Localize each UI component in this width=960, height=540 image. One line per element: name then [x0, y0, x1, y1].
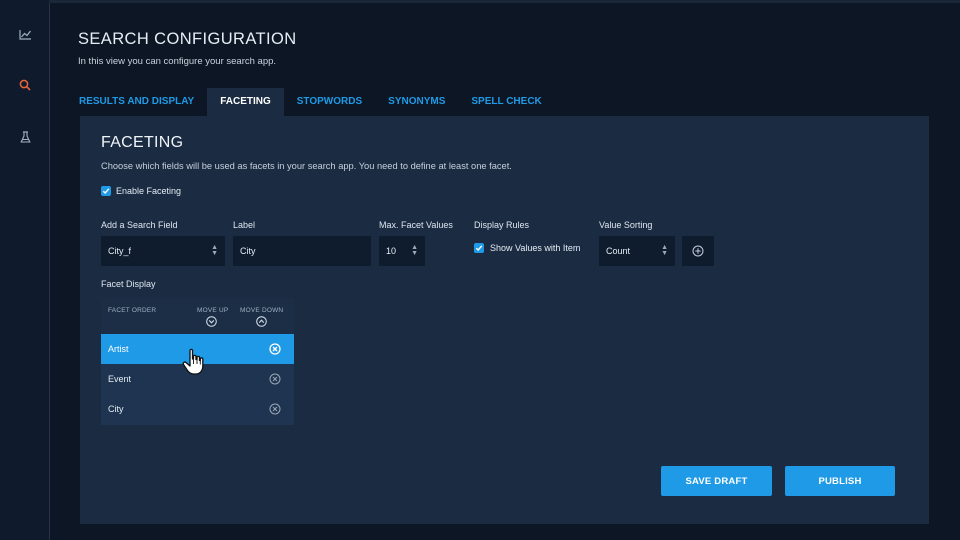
- value-sorting-label: Value Sorting: [599, 220, 653, 230]
- show-values-checkbox[interactable]: [474, 243, 484, 253]
- checkmark-icon: [475, 245, 483, 252]
- remove-circle-icon[interactable]: [269, 373, 281, 385]
- max-facet-values-value: 10: [386, 246, 397, 256]
- save-draft-button[interactable]: SAVE DRAFT: [661, 466, 772, 496]
- label-input[interactable]: City: [233, 236, 371, 266]
- facet-item-artist[interactable]: Artist: [101, 334, 294, 364]
- value-sorting-select[interactable]: Count ▲ ▼: [599, 236, 675, 266]
- max-facet-values-stepper[interactable]: 10 ▲ ▼: [379, 236, 425, 266]
- add-facet-button[interactable]: [682, 236, 714, 266]
- value-sorting-value: Count: [606, 246, 631, 256]
- facet-item-label: City: [108, 404, 124, 414]
- search-field-label: Add a Search Field: [101, 220, 178, 230]
- facet-display-label: Facet Display: [101, 279, 156, 289]
- section-description: Choose which fields will be used as face…: [101, 161, 512, 171]
- facet-display-list: FACET ORDER MOVE UP MOVE DOWN Artist Eve…: [101, 298, 294, 425]
- label-field-label: Label: [233, 220, 256, 230]
- tab-stopwords[interactable]: STOPWORDS: [284, 88, 375, 116]
- enable-faceting-label: Enable Faceting: [116, 186, 182, 196]
- show-values-label: Show Values with Item: [490, 243, 581, 253]
- display-rules-label: Display Rules: [474, 220, 530, 230]
- flask-icon[interactable]: [15, 127, 35, 147]
- tab-synonyms[interactable]: SYNONYMS: [375, 88, 458, 116]
- faceting-panel: FACETING Choose which fields will be use…: [80, 116, 929, 524]
- section-title: FACETING: [101, 134, 184, 151]
- facet-item-event[interactable]: Event: [101, 364, 294, 394]
- chart-line-icon[interactable]: [15, 24, 35, 44]
- show-values-option[interactable]: Show Values with Item: [474, 243, 580, 253]
- enable-faceting-option[interactable]: Enable Faceting: [101, 186, 181, 196]
- stepper-arrows-icon[interactable]: ▲ ▼: [411, 244, 418, 257]
- page-title: SEARCH CONFIGURATION: [78, 30, 297, 48]
- search-icon[interactable]: [15, 75, 35, 95]
- facet-order-header: FACET ORDER: [108, 307, 157, 314]
- select-arrows-icon: ▲ ▼: [211, 244, 218, 257]
- tab-spell-check[interactable]: SPELL CHECK: [458, 88, 554, 116]
- facet-display-header: FACET ORDER MOVE UP MOVE DOWN: [101, 298, 294, 334]
- max-facet-values-label: Max. Facet Values: [379, 220, 453, 230]
- search-field-value: City_f: [108, 246, 132, 256]
- remove-circle-icon[interactable]: [269, 343, 281, 355]
- page-subtitle: In this view you can configure your sear…: [78, 56, 277, 67]
- tab-faceting[interactable]: FACETING: [207, 88, 284, 116]
- tab-results-and-display[interactable]: RESULTS AND DISPLAY: [66, 88, 207, 116]
- facet-item-label: Artist: [108, 344, 129, 354]
- label-input-value: City: [240, 246, 256, 256]
- move-up-icon[interactable]: [206, 316, 217, 327]
- enable-faceting-checkbox[interactable]: [101, 186, 111, 196]
- publish-button[interactable]: PUBLISH: [785, 466, 895, 496]
- move-up-header: MOVE UP: [197, 307, 229, 314]
- top-border: [49, 0, 960, 3]
- facet-item-label: Event: [108, 374, 132, 384]
- search-field-select[interactable]: City_f ▲ ▼: [101, 236, 225, 266]
- remove-circle-icon[interactable]: [269, 403, 281, 415]
- select-arrows-icon: ▲ ▼: [661, 244, 668, 257]
- move-down-header: MOVE DOWN: [240, 307, 284, 314]
- plus-circle-icon: [692, 245, 704, 257]
- checkmark-icon: [102, 188, 110, 195]
- move-down-icon[interactable]: [256, 316, 267, 327]
- facet-item-city[interactable]: City: [101, 394, 294, 424]
- sidebar: [0, 0, 50, 540]
- tab-bar: RESULTS AND DISPLAY FACETING STOPWORDS S…: [66, 88, 555, 116]
